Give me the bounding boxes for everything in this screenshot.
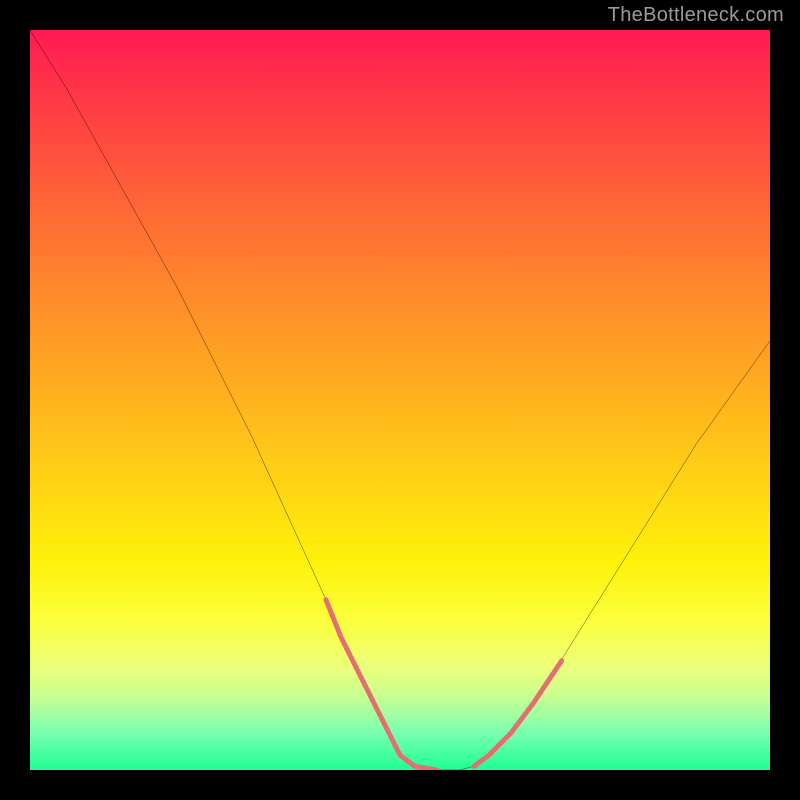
watermark-label: TheBottleneck.com [608,4,784,27]
curve-layer [30,30,770,770]
bottleneck-curve [30,30,770,770]
chart-frame: TheBottleneck.com [0,0,800,800]
plot-area [30,30,770,770]
highlight-left-segment [326,600,437,770]
highlight-right-segment [474,659,563,766]
